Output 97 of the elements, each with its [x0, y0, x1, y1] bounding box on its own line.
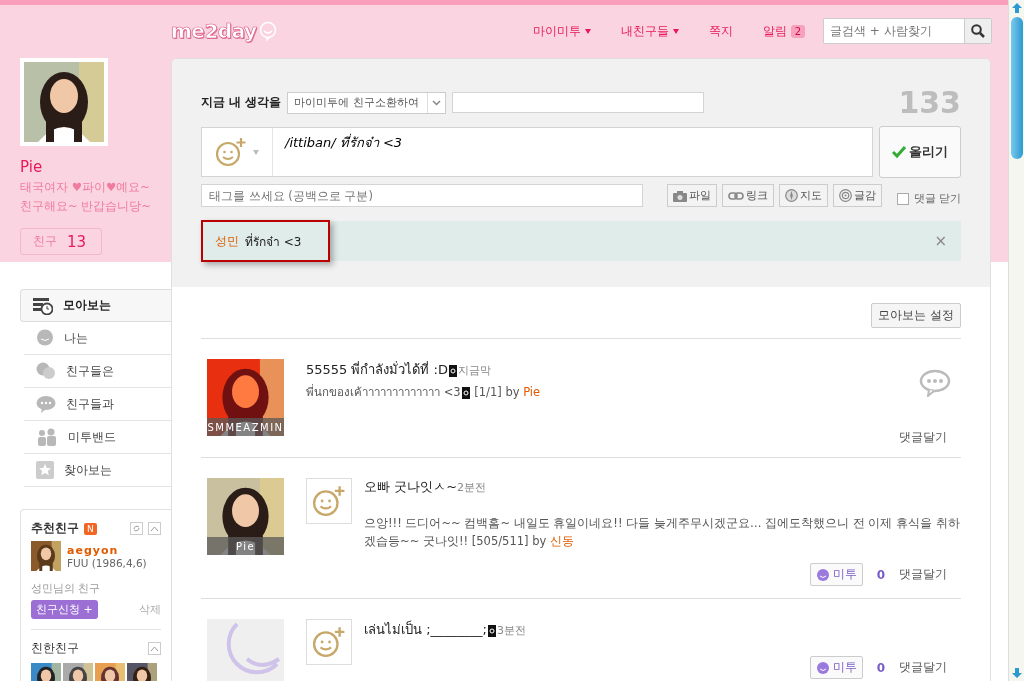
notification-badge: 2 [790, 24, 805, 38]
collapse-button[interactable] [148, 642, 161, 655]
scroll-thumb[interactable] [1010, 17, 1023, 159]
friend-info: FUU (1986,4,6) [67, 556, 147, 569]
panel-title: 친한친구 [31, 640, 79, 657]
speech-bubble-icon [36, 395, 56, 413]
friend-count-box[interactable]: 친구 13 [20, 228, 102, 255]
nav-link[interactable]: 내친구들 [620, 22, 679, 40]
new-badge: N [84, 522, 97, 535]
logo-bubble-icon [258, 21, 277, 41]
add-friend-button[interactable]: 친구신청 + [31, 600, 98, 619]
attach-button[interactable]: 파일 [667, 184, 717, 207]
post-time: 지금막 [458, 364, 491, 377]
post-button[interactable]: 올리기 [879, 126, 961, 178]
post-title: เล่นไม่เป็น ;________; [364, 622, 487, 637]
friend-relation: 성민님의 친구 [31, 582, 101, 594]
compose-label: 지금 내 생각을 [201, 94, 282, 111]
menu-item[interactable]: 친구들은 [24, 355, 171, 388]
search-icon [971, 24, 985, 38]
refresh-button[interactable] [130, 522, 143, 535]
tag-input[interactable]: 태그를 쓰세요 (공백으로 구분) [201, 184, 643, 207]
search-field[interactable]: 글검색 + 사람찾기 [823, 18, 992, 44]
comment-bubble-icon[interactable] [919, 369, 951, 397]
nav-link[interactable]: 알림 2 [762, 22, 805, 40]
target-icon [839, 189, 852, 202]
chevron-down-icon [432, 99, 442, 106]
comment-link[interactable]: 댓글달기 [899, 430, 947, 445]
attach-button[interactable]: 글감 [833, 184, 882, 207]
menu-item[interactable]: 미투밴드 [24, 421, 171, 454]
comment-link[interactable]: 댓글달기 [899, 567, 947, 582]
menu-item[interactable]: 찾아보는 [24, 454, 171, 487]
chevron-up-icon [151, 526, 158, 531]
post-title: 오빠 굿나잇ㅅ~ [364, 479, 458, 494]
chevron-up-icon [151, 646, 158, 651]
author-link[interactable]: 신동 [550, 534, 574, 548]
attach-button[interactable]: 링크 [722, 184, 774, 207]
smiley-plus-icon [215, 136, 247, 168]
attach-button[interactable]: 지도 [779, 184, 828, 207]
metoo-button[interactable]: 미투 [809, 563, 863, 586]
scroll-down-icon[interactable] [1011, 668, 1022, 678]
menu-item[interactable]: 모아보는 [20, 289, 171, 322]
metoo-button[interactable]: 미투 [809, 656, 863, 679]
comment-link[interactable]: 댓글달기 [899, 660, 947, 675]
avatar[interactable]: Pie [207, 478, 284, 555]
default-avatar-icon [207, 619, 284, 681]
scrollbar[interactable] [1008, 0, 1024, 681]
face-bubble-icon [815, 660, 830, 675]
refresh-icon [132, 524, 141, 533]
nav-link[interactable]: 마이미투 [532, 22, 591, 40]
notice-text: ที่รักจ๋า <3 [245, 232, 302, 251]
checkbox[interactable] [896, 192, 909, 205]
caret-icon [253, 149, 259, 155]
mention-name[interactable]: 성민 [215, 232, 239, 250]
friend-name[interactable]: aegyon [67, 543, 147, 557]
search-button[interactable] [964, 19, 991, 43]
smiley-plus-icon [312, 625, 346, 659]
post-time: 2분전 [457, 481, 487, 494]
menu-item[interactable]: 나는 [24, 322, 171, 355]
menu-item[interactable]: 친구들과 [24, 388, 171, 421]
checkmark-icon [892, 146, 906, 158]
avatar[interactable] [207, 619, 284, 681]
avatar-caption: SMMEAZMIN [207, 418, 284, 436]
smiley-plus-icon [312, 484, 346, 518]
camera-icon [673, 189, 687, 202]
post-textarea[interactable]: /ittiban/ ที่รักจ๋า <3 [273, 127, 873, 177]
scroll-up-icon[interactable] [1011, 3, 1022, 13]
topic-input[interactable] [452, 92, 705, 113]
avatar-caption: Pie [207, 537, 284, 555]
checkbox-label: 댓글 닫기 [913, 191, 961, 206]
metoo-count: 0 [876, 660, 885, 675]
post-time: 3분전 [496, 624, 526, 637]
collapse-button[interactable] [148, 522, 161, 535]
people-icon [36, 428, 58, 446]
profile-name[interactable]: Pie [20, 158, 171, 176]
clock-stack-icon [33, 296, 53, 315]
face-bubble-icon [815, 567, 830, 582]
star-icon [36, 461, 54, 479]
author-link[interactable]: Pie [523, 385, 541, 399]
friends-label: 친구 [33, 233, 57, 250]
profile-bio: 친구해요~ 반갑습니당~ [20, 199, 152, 214]
post-body: พี่นกของเค้าาาาาาาาาาาาา <3 [1/1] by Pie [306, 385, 541, 399]
chain-link-icon [728, 190, 744, 201]
emoticon-picker[interactable] [201, 127, 273, 177]
profile-bio: 태국여자 ♥파이♥예요~ [20, 180, 151, 195]
face-bubble-icon [36, 329, 54, 347]
nav-link[interactable]: 쪽지 [708, 22, 733, 40]
close-button[interactable]: × [934, 232, 947, 250]
post-body: 으앙!!! 드디어~~ 컴백홈~ 내일도 휴일이네요!! 다들 늦게주무시겠군요… 집에도착했으니 전 이제 휴식을 취하겠습등~~ 굿나잇!! [505/511] by 신동 [364, 516, 960, 548]
post-title: 55555 พี่กำลังมั่วได้ที่ :D [306, 362, 448, 377]
feed-settings-button[interactable]: 모아보는 설정 [871, 303, 961, 328]
friends-count: 13 [67, 232, 87, 251]
metoo-count: 0 [876, 567, 885, 582]
topic-select[interactable]: 마이미투에 친구소환하여 [287, 91, 447, 114]
double-bubble-icon [36, 362, 56, 380]
avatar[interactable]: SMMEAZMIN [207, 359, 284, 436]
compass-icon [785, 189, 798, 202]
panel-title: 추천친구 [31, 520, 79, 537]
